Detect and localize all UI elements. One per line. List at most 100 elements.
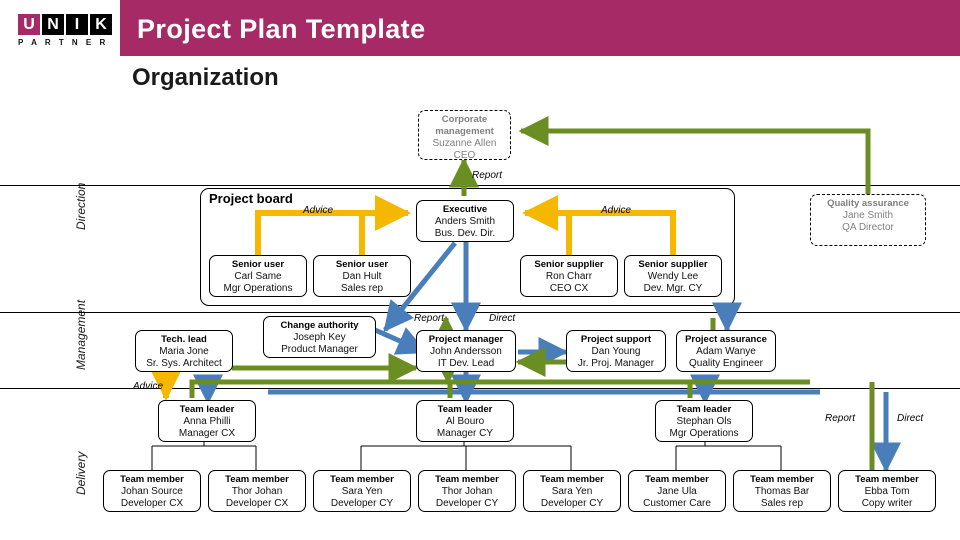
- node-role: Corporate management: [435, 114, 494, 137]
- node-role: Tech. lead: [161, 334, 207, 345]
- node-title: CEO: [453, 150, 476, 161]
- node-title: CEO CX: [549, 283, 589, 294]
- node-team-member-5[interactable]: Team member Sara Yen Developer CY: [523, 470, 621, 512]
- edge-label-direct-pm: Direct: [489, 313, 516, 324]
- node-name: Sara Yen: [551, 486, 593, 497]
- node-title: Mgr Operations: [669, 428, 739, 439]
- project-board-title: Project board: [209, 191, 293, 206]
- node-team-member-6[interactable]: Team member Jane Ula Customer Care: [628, 470, 726, 512]
- node-title: QA Director: [842, 222, 894, 233]
- node-team-member-8[interactable]: Team member Ebba Tom Copy writer: [838, 470, 936, 512]
- node-role: Team member: [645, 474, 709, 485]
- node-name: Johan Source: [121, 486, 183, 497]
- node-title: Manager CY: [436, 428, 494, 439]
- band-label-management: Management: [74, 299, 88, 370]
- node-title: Bus. Dev. Dir.: [434, 228, 496, 239]
- node-title: Customer Care: [643, 498, 711, 509]
- node-role: Senior user: [231, 259, 285, 270]
- edge-label-report-top: Report: [472, 170, 503, 181]
- node-role: Team leader: [437, 404, 493, 415]
- node-name: Maria Jone: [159, 346, 209, 357]
- logo-subtitle: P A R T N E R: [18, 38, 109, 47]
- node-project-assurance[interactable]: Project assurance Adam Wanye Quality Eng…: [676, 330, 776, 372]
- node-role: Project support: [580, 334, 652, 345]
- node-role: Team leader: [676, 404, 732, 415]
- node-name: Anders Smith: [434, 216, 496, 227]
- node-tech-lead[interactable]: Tech. lead Maria Jone Sr. Sys. Architect: [135, 330, 233, 372]
- node-name: Stephan Ols: [676, 416, 732, 427]
- node-role: Team member: [225, 474, 289, 485]
- node-role: Executive: [442, 204, 488, 215]
- node-title: Copy writer: [861, 498, 913, 509]
- edge-label-advice-tech: Advice: [133, 381, 164, 392]
- node-name: Thor Johan: [231, 486, 283, 497]
- node-role: Change authority: [280, 320, 359, 331]
- node-role: Project manager: [428, 334, 504, 345]
- node-title: Jr. Proj. Manager: [577, 358, 655, 369]
- node-name: John Andersson: [430, 346, 502, 357]
- node-role: Senior user: [335, 259, 389, 270]
- node-title: IT Dev. Lead: [437, 358, 495, 369]
- edge-label-advice-right: Advice: [601, 205, 632, 216]
- node-senior-user-1[interactable]: Senior user Carl Same Mgr Operations: [209, 255, 307, 297]
- node-name: Carl Same: [234, 271, 282, 282]
- node-name: Dan Hult: [342, 271, 382, 282]
- node-name: Ron Charr: [545, 271, 593, 282]
- node-title: Developer CX: [225, 498, 289, 509]
- node-project-manager[interactable]: Project manager John Andersson IT Dev. L…: [416, 330, 516, 372]
- node-senior-user-2[interactable]: Senior user Dan Hult Sales rep: [313, 255, 411, 297]
- edge-label-advice-left: Advice: [303, 205, 334, 216]
- node-title: Sales rep: [760, 498, 804, 509]
- node-title: Developer CY: [435, 498, 499, 509]
- unik-partner-logo: U N I K P A R T N E R: [18, 14, 116, 48]
- node-role: Team member: [120, 474, 184, 485]
- node-name: Al Bouro: [445, 416, 485, 427]
- node-role: Senior supplier: [638, 259, 708, 270]
- node-title: Product Manager: [281, 344, 358, 355]
- node-role: Quality assurance: [827, 198, 909, 209]
- node-team-member-7[interactable]: Team member Thomas Bar Sales rep: [733, 470, 831, 512]
- node-quality-assurance[interactable]: Quality assurance Jane Smith QA Director: [810, 194, 926, 246]
- node-name: Thor Johan: [441, 486, 493, 497]
- edge-label-report-pm: Report: [414, 313, 445, 324]
- node-change-authority[interactable]: Change authority Joseph Key Product Mana…: [263, 316, 376, 358]
- node-team-leader-2[interactable]: Team leader Al Bouro Manager CY: [416, 400, 514, 442]
- legend-label-report: Report: [825, 413, 856, 424]
- band-label-delivery: Delivery: [74, 451, 88, 495]
- logo-letter-n: N: [42, 14, 64, 35]
- node-executive[interactable]: Executive Anders Smith Bus. Dev. Dir.: [416, 200, 514, 242]
- node-team-member-1[interactable]: Team member Johan Source Developer CX: [103, 470, 201, 512]
- node-senior-supplier-2[interactable]: Senior supplier Wendy Lee Dev. Mgr. CY: [624, 255, 722, 297]
- node-name: Ebba Tom: [864, 486, 910, 497]
- node-team-member-3[interactable]: Team member Sara Yen Developer CY: [313, 470, 411, 512]
- page-title: Organization: [132, 64, 279, 91]
- node-title: Developer CX: [120, 498, 184, 509]
- node-name: Sara Yen: [341, 486, 383, 497]
- logo-letter-row: U N I K: [18, 14, 116, 35]
- node-title: Manager CX: [178, 428, 236, 439]
- node-team-leader-1[interactable]: Team leader Anna Philli Manager CX: [158, 400, 256, 442]
- node-name: Thomas Bar: [754, 486, 810, 497]
- node-title: Sr. Sys. Architect: [146, 358, 222, 369]
- node-team-leader-3[interactable]: Team leader Stephan Ols Mgr Operations: [655, 400, 753, 442]
- node-title: Dev. Mgr. CY: [643, 283, 703, 294]
- node-name: Jane Smith: [842, 210, 894, 221]
- node-senior-supplier-1[interactable]: Senior supplier Ron Charr CEO CX: [520, 255, 618, 297]
- node-name: Joseph Key: [293, 332, 346, 343]
- node-role: Team leader: [179, 404, 235, 415]
- node-role: Team member: [330, 474, 394, 485]
- node-title: Sales rep: [340, 283, 384, 294]
- node-name: Dan Young: [591, 346, 641, 357]
- node-team-member-2[interactable]: Team member Thor Johan Developer CX: [208, 470, 306, 512]
- node-corporate-management[interactable]: Corporate management Suzanne Allen CEO: [418, 110, 511, 161]
- divider-direction: [0, 185, 960, 186]
- legend-label-direct: Direct: [897, 413, 924, 424]
- node-title: Developer CY: [330, 498, 394, 509]
- node-project-support[interactable]: Project support Dan Young Jr. Proj. Mana…: [566, 330, 666, 372]
- node-title: Mgr Operations: [223, 283, 293, 294]
- node-name: Anna Philli: [183, 416, 231, 427]
- node-name: Suzanne Allen: [432, 138, 497, 149]
- node-role: Team member: [435, 474, 499, 485]
- node-name: Jane Ula: [657, 486, 697, 497]
- node-team-member-4[interactable]: Team member Thor Johan Developer CY: [418, 470, 516, 512]
